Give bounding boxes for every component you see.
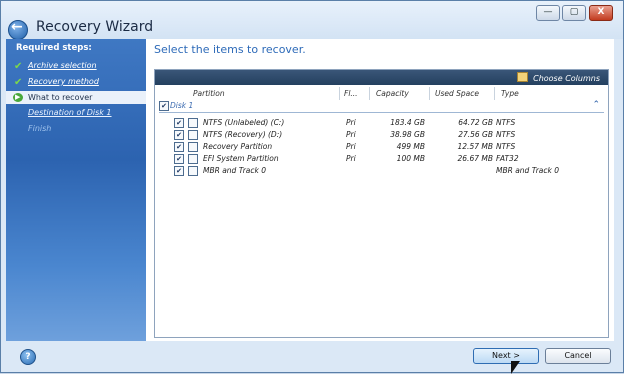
partition-flags: Pri [346, 142, 356, 151]
partition-capacity: 100 MB [396, 154, 425, 163]
step-what-to-recover[interactable]: What to recover [6, 91, 156, 104]
partition-name: NTFS (Unlabeled) (C:) [203, 118, 285, 127]
help-icon[interactable]: ? [20, 349, 36, 365]
back-arrow-icon[interactable] [8, 19, 28, 40]
partition-used: 64.72 GB [458, 118, 493, 127]
choose-columns-label: Choose Columns [533, 74, 600, 83]
columns-icon [517, 72, 529, 82]
partition-type: NTFS [496, 142, 516, 151]
row-checkbox[interactable]: ✔ [174, 154, 184, 164]
column-header-type[interactable]: Type [501, 87, 519, 100]
partition-type: NTFS [496, 130, 516, 139]
row-checkbox[interactable]: ✔ [174, 118, 184, 128]
page-heading: Select the items to recover. [154, 43, 306, 56]
step-archive-selection[interactable]: ✔ Archive selection [6, 59, 146, 72]
partition-type: NTFS [496, 118, 516, 127]
partition-capacity: 499 MB [396, 142, 425, 151]
partition-name: NTFS (Recovery) (D:) [203, 130, 283, 139]
check-icon: ✔ [14, 61, 23, 72]
current-step-icon [13, 91, 23, 104]
partition-type: FAT32 [496, 154, 519, 163]
step-label: Destination of Disk 1 [28, 108, 112, 117]
partition-used: 12.57 MB [457, 142, 493, 151]
partition-name: Recovery Partition [203, 142, 273, 151]
next-button[interactable]: Next > [473, 348, 539, 364]
minimize-button[interactable]: — [536, 5, 560, 21]
step-destination-disk-1[interactable]: Destination of Disk 1 [6, 106, 146, 119]
disk-group-row[interactable]: ✔ Disk 1 ⌃ [159, 100, 604, 113]
close-button[interactable]: X [589, 5, 613, 21]
title-bar: Recovery Wizard — ▢ X [1, 1, 623, 40]
check-icon: ✔ [14, 77, 23, 88]
table-row[interactable]: ✔ EFI System Partition Pri 100 MB 26.67 … [155, 153, 608, 165]
panel-toolbar: Choose Columns [155, 70, 608, 85]
partition-icon [188, 142, 198, 152]
partition-flags: Pri [346, 154, 356, 163]
table-row[interactable]: ✔ NTFS (Unlabeled) (C:) Pri 183.4 GB 64.… [155, 117, 608, 129]
partition-icon [188, 154, 198, 164]
partition-flags: Pri [346, 130, 356, 139]
step-label: Archive selection [28, 61, 97, 70]
partition-name: EFI System Partition [203, 154, 279, 163]
column-header-capacity[interactable]: Capacity [376, 87, 409, 100]
column-separator[interactable] [494, 87, 495, 100]
cancel-button[interactable]: Cancel [545, 348, 611, 364]
choose-columns-button[interactable]: Choose Columns [517, 72, 600, 83]
disk-group-label: Disk 1 [170, 101, 194, 110]
partition-icon [188, 118, 198, 128]
partition-name: MBR and Track 0 [203, 166, 267, 175]
recovery-wizard-window: Recovery Wizard — ▢ X Required steps: ✔ … [0, 0, 624, 374]
partition-used: 27.56 GB [458, 130, 493, 139]
column-separator[interactable] [369, 87, 370, 100]
disk-checkbox[interactable]: ✔ [159, 101, 169, 111]
partition-capacity: 183.4 GB [390, 118, 425, 127]
partition-icon [188, 166, 198, 176]
row-checkbox[interactable]: ✔ [174, 130, 184, 140]
column-separator[interactable] [429, 87, 430, 100]
wizard-footer: ? Next > Cancel [1, 341, 623, 372]
partition-type: MBR and Track 0 [496, 166, 560, 175]
column-separator[interactable] [339, 87, 340, 100]
window-title: Recovery Wizard [36, 19, 154, 35]
row-checkbox[interactable]: ✔ [174, 142, 184, 152]
partition-flags: Pri [346, 118, 356, 127]
row-checkbox[interactable]: ✔ [174, 166, 184, 176]
step-label: Recovery method [28, 77, 99, 86]
step-recovery-method[interactable]: ✔ Recovery method [6, 75, 146, 88]
step-finish: Finish [6, 122, 146, 135]
table-row[interactable]: ✔ Recovery Partition Pri 499 MB 12.57 MB… [155, 141, 608, 153]
partition-list-panel: Choose Columns Partition Fl... Capacity … [154, 69, 609, 338]
main-content: Select the items to recover. Choose Colu… [146, 39, 614, 341]
step-label: Finish [28, 124, 52, 133]
step-label: What to recover [28, 93, 93, 102]
column-header-partition[interactable]: Partition [193, 87, 225, 100]
sidebar-heading: Required steps: [16, 43, 92, 53]
partition-used: 26.67 MB [457, 154, 493, 163]
collapse-chevron-icon[interactable]: ⌃ [592, 99, 600, 111]
maximize-button[interactable]: ▢ [562, 5, 586, 21]
table-row[interactable]: ✔ NTFS (Recovery) (D:) Pri 38.98 GB 27.5… [155, 129, 608, 141]
table-row[interactable]: ✔ MBR and Track 0 MBR and Track 0 [155, 165, 608, 177]
steps-sidebar: Required steps: ✔ Archive selection ✔ Re… [6, 39, 156, 341]
column-header-flags[interactable]: Fl... [344, 87, 358, 100]
partition-icon [188, 130, 198, 140]
partition-capacity: 38.98 GB [390, 130, 425, 139]
column-header-used-space[interactable]: Used Space [435, 87, 479, 100]
